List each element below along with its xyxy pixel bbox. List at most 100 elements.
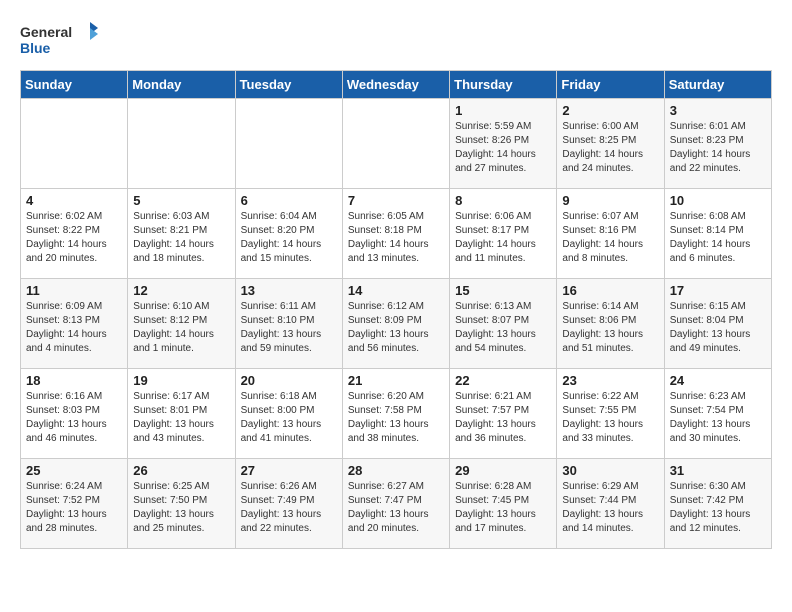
day-info: Sunrise: 6:18 AM Sunset: 8:00 PM Dayligh… <box>241 390 337 446</box>
day-number: 26 <box>133 463 229 478</box>
day-info: Sunrise: 6:27 AM Sunset: 7:47 PM Dayligh… <box>348 480 444 536</box>
svg-text:General: General <box>20 24 72 40</box>
day-number: 30 <box>562 463 658 478</box>
day-number: 16 <box>562 283 658 298</box>
week-row-5: 25Sunrise: 6:24 AM Sunset: 7:52 PM Dayli… <box>21 459 772 549</box>
calendar-cell: 17 Sunrise: 6:15 AM Sunset: 8:04 PM Dayli… <box>664 279 771 369</box>
day-info: Sunrise: 6:23 AM Sunset: 7:54 PM Dayligh… <box>670 390 766 446</box>
day-number: 17 <box>670 283 766 298</box>
day-info: Sunrise: 6:03 AM Sunset: 8:21 PM Dayligh… <box>133 210 229 266</box>
day-info: Sunrise: 6:29 AM Sunset: 7:44 PM Dayligh… <box>562 480 658 536</box>
day-number: 19 <box>133 373 229 388</box>
day-info: Sunrise: 6:00 AM Sunset: 8:25 PM Dayligh… <box>562 120 658 176</box>
day-info: Sunrise: 6:12 AM Sunset: 8:09 PM Dayligh… <box>348 300 444 356</box>
day-info: Sunrise: 6:11 AM Sunset: 8:10 PM Dayligh… <box>241 300 337 356</box>
calendar-cell <box>342 99 449 189</box>
day-number: 7 <box>348 193 444 208</box>
calendar-cell: 14 Sunrise: 6:12 AM Sunset: 8:09 PM Dayli… <box>342 279 449 369</box>
calendar-cell: 4Sunrise: 6:02 AM Sunset: 8:22 PM Daylig… <box>21 189 128 279</box>
calendar-cell <box>235 99 342 189</box>
weekday-header-row: SundayMondayTuesdayWednesdayThursdayFrid… <box>21 71 772 99</box>
calendar-cell: 24 Sunrise: 6:23 AM Sunset: 7:54 PM Dayli… <box>664 369 771 459</box>
calendar-cell: 27 Sunrise: 6:26 AM Sunset: 7:49 PM Dayli… <box>235 459 342 549</box>
calendar-cell <box>21 99 128 189</box>
day-info: Sunrise: 6:10 AM Sunset: 8:12 PM Dayligh… <box>133 300 229 356</box>
calendar-cell: 21 Sunrise: 6:20 AM Sunset: 7:58 PM Dayli… <box>342 369 449 459</box>
calendar-cell: 31 Sunrise: 6:30 AM Sunset: 7:42 PM Dayli… <box>664 459 771 549</box>
calendar-cell <box>128 99 235 189</box>
day-number: 25 <box>26 463 122 478</box>
day-info: Sunrise: 6:01 AM Sunset: 8:23 PM Dayligh… <box>670 120 766 176</box>
week-row-2: 4Sunrise: 6:02 AM Sunset: 8:22 PM Daylig… <box>21 189 772 279</box>
day-number: 22 <box>455 373 551 388</box>
calendar-cell: 5 Sunrise: 6:03 AM Sunset: 8:21 PM Daylig… <box>128 189 235 279</box>
day-number: 3 <box>670 103 766 118</box>
day-number: 27 <box>241 463 337 478</box>
weekday-wednesday: Wednesday <box>342 71 449 99</box>
logo: General Blue <box>20 20 100 60</box>
calendar-cell: 20 Sunrise: 6:18 AM Sunset: 8:00 PM Dayli… <box>235 369 342 459</box>
weekday-tuesday: Tuesday <box>235 71 342 99</box>
calendar-cell: 6 Sunrise: 6:04 AM Sunset: 8:20 PM Daylig… <box>235 189 342 279</box>
calendar-cell: 28 Sunrise: 6:27 AM Sunset: 7:47 PM Dayli… <box>342 459 449 549</box>
day-info: Sunrise: 6:21 AM Sunset: 7:57 PM Dayligh… <box>455 390 551 446</box>
logo-svg: General Blue <box>20 20 100 60</box>
calendar-cell: 12 Sunrise: 6:10 AM Sunset: 8:12 PM Dayli… <box>128 279 235 369</box>
calendar-table: SundayMondayTuesdayWednesdayThursdayFrid… <box>20 70 772 549</box>
day-number: 20 <box>241 373 337 388</box>
day-info: Sunrise: 6:30 AM Sunset: 7:42 PM Dayligh… <box>670 480 766 536</box>
calendar-cell: 30 Sunrise: 6:29 AM Sunset: 7:44 PM Dayli… <box>557 459 664 549</box>
calendar-cell: 11 Sunrise: 6:09 AM Sunset: 8:13 PM Dayli… <box>21 279 128 369</box>
day-number: 4 <box>26 193 122 208</box>
day-number: 10 <box>670 193 766 208</box>
weekday-thursday: Thursday <box>450 71 557 99</box>
day-info: Sunrise: 6:13 AM Sunset: 8:07 PM Dayligh… <box>455 300 551 356</box>
day-number: 31 <box>670 463 766 478</box>
calendar-cell: 29Sunrise: 6:28 AM Sunset: 7:45 PM Dayli… <box>450 459 557 549</box>
day-number: 21 <box>348 373 444 388</box>
week-row-3: 11 Sunrise: 6:09 AM Sunset: 8:13 PM Dayli… <box>21 279 772 369</box>
calendar-cell: 26 Sunrise: 6:25 AM Sunset: 7:50 PM Dayli… <box>128 459 235 549</box>
day-number: 6 <box>241 193 337 208</box>
day-number: 15 <box>455 283 551 298</box>
calendar-cell: 2Sunrise: 6:00 AM Sunset: 8:25 PM Daylig… <box>557 99 664 189</box>
calendar-cell: 9Sunrise: 6:07 AM Sunset: 8:16 PM Daylig… <box>557 189 664 279</box>
calendar-cell: 25Sunrise: 6:24 AM Sunset: 7:52 PM Dayli… <box>21 459 128 549</box>
day-info: Sunrise: 6:28 AM Sunset: 7:45 PM Dayligh… <box>455 480 551 536</box>
day-info: Sunrise: 6:14 AM Sunset: 8:06 PM Dayligh… <box>562 300 658 356</box>
day-info: Sunrise: 6:04 AM Sunset: 8:20 PM Dayligh… <box>241 210 337 266</box>
calendar-cell: 3 Sunrise: 6:01 AM Sunset: 8:23 PM Daylig… <box>664 99 771 189</box>
calendar-cell: 16 Sunrise: 6:14 AM Sunset: 8:06 PM Dayli… <box>557 279 664 369</box>
day-number: 11 <box>26 283 122 298</box>
day-info: Sunrise: 6:25 AM Sunset: 7:50 PM Dayligh… <box>133 480 229 536</box>
calendar-cell: 23Sunrise: 6:22 AM Sunset: 7:55 PM Dayli… <box>557 369 664 459</box>
day-info: Sunrise: 6:16 AM Sunset: 8:03 PM Dayligh… <box>26 390 122 446</box>
calendar-cell: 7Sunrise: 6:05 AM Sunset: 8:18 PM Daylig… <box>342 189 449 279</box>
week-row-1: 1Sunrise: 5:59 AM Sunset: 8:26 PM Daylig… <box>21 99 772 189</box>
day-info: Sunrise: 5:59 AM Sunset: 8:26 PM Dayligh… <box>455 120 551 176</box>
svg-text:Blue: Blue <box>20 40 51 56</box>
week-row-4: 18 Sunrise: 6:16 AM Sunset: 8:03 PM Dayli… <box>21 369 772 459</box>
calendar-cell: 22 Sunrise: 6:21 AM Sunset: 7:57 PM Dayli… <box>450 369 557 459</box>
day-number: 5 <box>133 193 229 208</box>
day-number: 12 <box>133 283 229 298</box>
calendar-cell: 15 Sunrise: 6:13 AM Sunset: 8:07 PM Dayli… <box>450 279 557 369</box>
day-number: 28 <box>348 463 444 478</box>
calendar-cell: 19 Sunrise: 6:17 AM Sunset: 8:01 PM Dayli… <box>128 369 235 459</box>
day-number: 13 <box>241 283 337 298</box>
day-info: Sunrise: 6:06 AM Sunset: 8:17 PM Dayligh… <box>455 210 551 266</box>
calendar-cell: 1Sunrise: 5:59 AM Sunset: 8:26 PM Daylig… <box>450 99 557 189</box>
page-header: General Blue <box>20 20 772 60</box>
day-info: Sunrise: 6:20 AM Sunset: 7:58 PM Dayligh… <box>348 390 444 446</box>
day-info: Sunrise: 6:08 AM Sunset: 8:14 PM Dayligh… <box>670 210 766 266</box>
weekday-sunday: Sunday <box>21 71 128 99</box>
day-info: Sunrise: 6:17 AM Sunset: 8:01 PM Dayligh… <box>133 390 229 446</box>
day-info: Sunrise: 6:09 AM Sunset: 8:13 PM Dayligh… <box>26 300 122 356</box>
day-number: 24 <box>670 373 766 388</box>
weekday-friday: Friday <box>557 71 664 99</box>
day-number: 18 <box>26 373 122 388</box>
day-number: 9 <box>562 193 658 208</box>
day-info: Sunrise: 6:26 AM Sunset: 7:49 PM Dayligh… <box>241 480 337 536</box>
day-number: 14 <box>348 283 444 298</box>
day-info: Sunrise: 6:15 AM Sunset: 8:04 PM Dayligh… <box>670 300 766 356</box>
